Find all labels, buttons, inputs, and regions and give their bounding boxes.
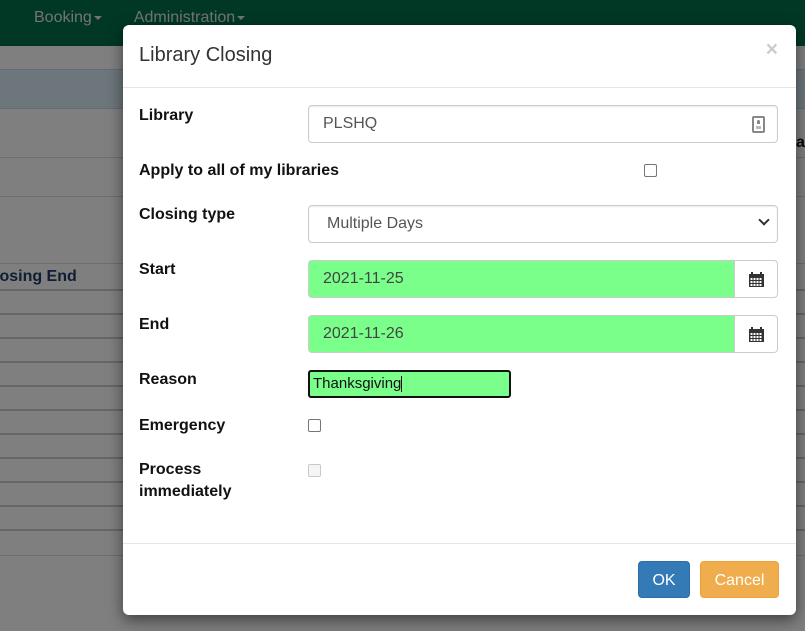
apply-all-label: Apply to all of my libraries [139, 162, 340, 179]
modal-body: Library PLSHQ Apply to all of my librari… [123, 88, 796, 543]
modal-header: Library Closing × [123, 25, 796, 88]
calendar-icon [749, 272, 764, 287]
start-label: Start [139, 261, 176, 278]
start-calendar-button[interactable] [734, 260, 778, 298]
cancel-button[interactable]: Cancel [700, 561, 779, 598]
end-date-input[interactable]: 2021-11-26 [308, 315, 734, 353]
close-icon[interactable]: × [766, 39, 778, 60]
reason-input[interactable]: Thanksgiving [308, 370, 511, 398]
emergency-checkbox[interactable] [308, 419, 321, 432]
process-immediately-label: Process immediately [139, 461, 232, 500]
start-date-group: 2021-11-25 [308, 260, 778, 298]
contact-card-icon[interactable] [752, 116, 765, 133]
closing-type-label: Closing type [139, 206, 236, 223]
calendar-icon [749, 327, 764, 342]
closing-type-select[interactable]: Multiple Days [308, 205, 778, 243]
library-label: Library [139, 107, 194, 124]
library-closing-dialog: Library Closing × Library PLSHQ Apply to… [123, 25, 796, 615]
chevron-down-icon [758, 214, 770, 226]
text-cursor [401, 376, 403, 393]
end-calendar-button[interactable] [734, 315, 778, 353]
apply-all-checkbox[interactable] [644, 164, 657, 177]
reason-label: Reason [139, 371, 197, 388]
library-input[interactable]: PLSHQ [308, 105, 778, 143]
end-label: End [139, 316, 170, 333]
ok-button[interactable]: OK [638, 561, 690, 598]
emergency-label: Emergency [139, 417, 226, 434]
end-date-group: 2021-11-26 [308, 315, 778, 353]
start-date-input[interactable]: 2021-11-25 [308, 260, 734, 298]
process-immediately-checkbox [308, 464, 321, 477]
modal-title: Library Closing [139, 44, 273, 66]
modal-footer: OK Cancel [123, 543, 796, 615]
